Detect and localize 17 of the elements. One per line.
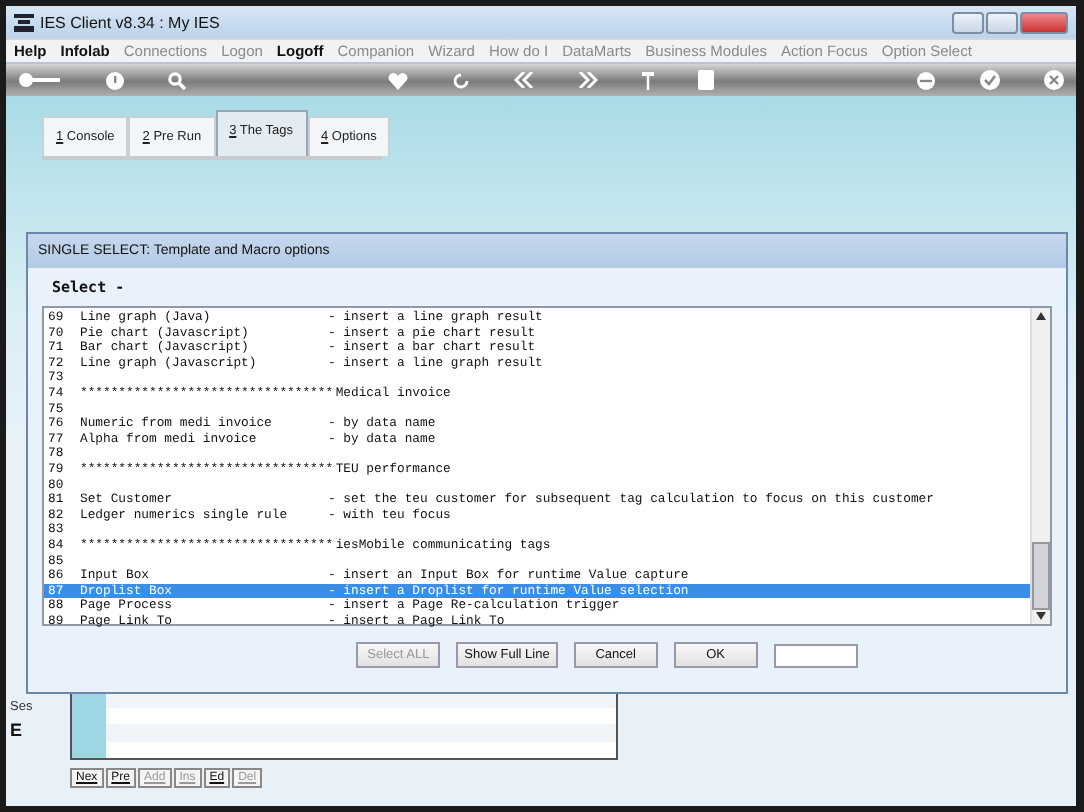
close-icon[interactable] [1044, 70, 1064, 90]
scroll-up-icon[interactable] [1036, 312, 1046, 320]
refresh-icon[interactable] [452, 71, 470, 89]
minimize-button[interactable] [952, 11, 984, 33]
rewind-icon[interactable] [514, 72, 534, 88]
key-icon[interactable] [18, 72, 62, 88]
side-label: E [10, 720, 23, 740]
fast-forward-icon[interactable] [578, 72, 598, 88]
maximize-button[interactable] [986, 11, 1018, 33]
heart-icon[interactable] [388, 71, 408, 89]
check-icon[interactable] [980, 70, 1000, 90]
window-title: IES Client v8.34 : My IES [40, 13, 220, 31]
close-button[interactable] [1020, 11, 1068, 33]
input-field[interactable] [773, 643, 858, 667]
app-icon [14, 13, 34, 31]
search-icon[interactable] [168, 71, 186, 89]
scroll-thumb[interactable] [1032, 542, 1050, 610]
